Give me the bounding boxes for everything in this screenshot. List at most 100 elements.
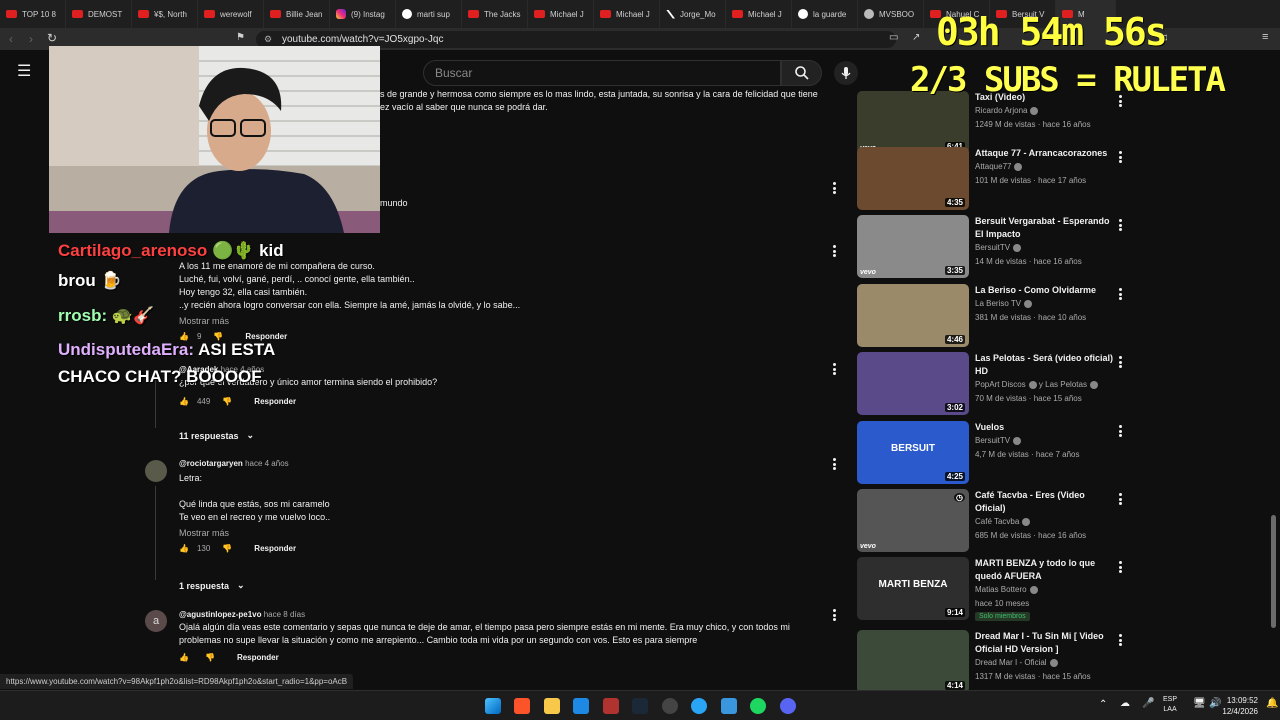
channel-name[interactable]: Attaque77 (975, 162, 1023, 171)
video-title[interactable]: Dread Mar I - Tu Sin Mi [ Video Oficial … (975, 630, 1115, 656)
comment-menu-icon[interactable] (832, 363, 836, 375)
browser-tab[interactable]: la guarde (792, 0, 858, 28)
video-thumbnail[interactable]: vevo 3:35 (857, 215, 969, 278)
start-icon[interactable] (485, 698, 501, 714)
browser-tab[interactable]: TOP 10 8 (0, 0, 66, 28)
channel-name[interactable]: BersuitTV (975, 436, 1022, 445)
reply-button[interactable]: Responder (254, 544, 296, 553)
voice-search-button[interactable] (834, 61, 858, 85)
reply-button[interactable]: Responder (237, 653, 279, 662)
browser-tab[interactable]: MVSBOO (858, 0, 924, 28)
bookmark-icon[interactable]: ⚑ (236, 32, 245, 43)
dislike-icon[interactable]: 👎 (222, 397, 232, 406)
browser-tab[interactable]: The Jacks (462, 0, 528, 28)
video-thumbnail[interactable]: BERSUIT 4:25 (857, 421, 969, 484)
reply-button[interactable]: Responder (254, 397, 296, 406)
video-menu-icon[interactable] (1118, 219, 1122, 231)
browser-tab[interactable]: DEMOST (66, 0, 132, 28)
edge-icon[interactable] (691, 698, 707, 714)
like-icon[interactable]: 👍 (179, 653, 189, 662)
browser-tab[interactable]: Michael J (726, 0, 792, 28)
related-video-item[interactable]: 4:35 Attaque 77 - Arrancacorazones Attaque… (857, 147, 1137, 211)
video-title[interactable]: MARTI BENZA y todo lo que quedó AFUERA (975, 557, 1115, 583)
browser-tab[interactable]: Michael J (594, 0, 660, 28)
reload-icon[interactable]: ↻ (47, 31, 57, 45)
notepad-icon[interactable] (721, 698, 737, 714)
related-video-item[interactable]: MARTI BENZA 9:14 MARTI BENZA y todo lo que… (857, 557, 1137, 621)
search-input[interactable]: Buscar (423, 60, 781, 86)
brave-icon[interactable] (514, 698, 530, 714)
related-video-item[interactable]: vevo6:41Taxi (Video)Ricardo Arjona1249 M… (857, 91, 1137, 155)
related-video-item[interactable]: 4:14 Dread Mar I - Tu Sin Mi [ Video Ofic… (857, 630, 1137, 694)
share-icon[interactable]: ↗ (912, 32, 920, 43)
watch-later-icon[interactable]: ◷ (954, 493, 965, 502)
volume-icon[interactable]: 🔊 (1209, 698, 1221, 709)
video-thumbnail[interactable]: 4:46 (857, 284, 969, 347)
show-more-link[interactable]: Mostrar más (179, 316, 520, 326)
video-menu-icon[interactable] (1118, 425, 1122, 437)
comment-menu-icon[interactable] (832, 458, 836, 470)
file-explorer-icon[interactable] (544, 698, 560, 714)
obs-icon[interactable] (662, 698, 678, 714)
related-video-item[interactable]: BERSUIT 4:25 Vuelos BersuitTV 4,7 M de vista… (857, 421, 1137, 485)
discord-icon[interactable] (780, 698, 796, 714)
video-title[interactable]: Bersuit Vergarabat - Esperando El Impact… (975, 215, 1115, 241)
video-menu-icon[interactable] (1118, 151, 1122, 163)
search-button[interactable] (781, 60, 822, 86)
show-more-link[interactable]: Mostrar más (179, 528, 330, 538)
comment-menu-icon[interactable] (832, 182, 836, 194)
view-replies-button[interactable]: 1 respuesta ⌄ (179, 580, 245, 591)
dislike-icon[interactable]: 👎 (205, 653, 215, 662)
tray-chevron-icon[interactable]: ⌃ (1099, 699, 1107, 710)
browser-tab[interactable]: (9) Instag (330, 0, 396, 28)
related-video-item[interactable]: vevo ◷ Café Tacvba - Eres (Video Oficial) C… (857, 489, 1137, 553)
video-thumbnail[interactable]: 3:02 (857, 352, 969, 415)
video-thumbnail[interactable]: vevo6:41 (857, 91, 969, 154)
notifications-icon[interactable]: 🔔 (1266, 698, 1278, 709)
video-title[interactable]: Café Tacvba - Eres (Video Oficial) (975, 489, 1115, 515)
channel-name[interactable]: Matias Bottero (975, 585, 1038, 594)
video-title[interactable]: Vuelos (975, 421, 1115, 434)
channel-name[interactable]: La Beriso TV (975, 299, 1033, 308)
forward-icon[interactable]: › (29, 32, 33, 46)
dislike-icon[interactable]: 👎 (222, 544, 232, 553)
comment-menu-icon[interactable] (832, 609, 836, 621)
hamburger-menu-icon[interactable]: ☰ (17, 64, 31, 80)
like-icon[interactable]: 👍 (179, 544, 189, 553)
browser-tab[interactable]: marti sup (396, 0, 462, 28)
related-video-item[interactable]: vevo 3:35 Bersuit Vergarabat - Esperando E… (857, 215, 1137, 279)
video-title[interactable]: Attaque 77 - Arrancacorazones (975, 147, 1115, 160)
related-video-item[interactable]: 3:02 Las Pelotas - Será (video oficial) H… (857, 352, 1137, 416)
video-title[interactable]: La Beriso - Como Olvidarme (975, 284, 1115, 297)
video-title[interactable]: Las Pelotas - Será (video oficial) HD (975, 352, 1115, 378)
app-icon[interactable] (603, 698, 619, 714)
spotify-icon[interactable] (750, 698, 766, 714)
monitor-icon[interactable]: 🖥 (1193, 698, 1206, 709)
browser-tab[interactable]: ¥$, North (132, 0, 198, 28)
browser-tab[interactable]: Billie Jean (264, 0, 330, 28)
cloud-icon[interactable]: ☁ (1120, 698, 1130, 709)
microphone-tray-icon[interactable]: 🎤 (1142, 698, 1154, 709)
browser-tab[interactable]: Michael J (528, 0, 594, 28)
channel-name[interactable]: Café Tacvba (975, 517, 1031, 526)
video-thumbnail[interactable]: 4:35 (857, 147, 969, 210)
video-menu-icon[interactable] (1118, 356, 1122, 368)
screen-cast-icon[interactable]: ▭ (889, 32, 898, 43)
avatar[interactable]: a (145, 610, 167, 632)
like-icon[interactable]: 👍 (179, 397, 189, 406)
system-clock[interactable]: 13:09:52 12/4/2026 (1222, 695, 1258, 717)
channel-name[interactable]: Ricardo Arjona (975, 106, 1039, 115)
channel-name[interactable]: Dread Mar I - Oficial (975, 658, 1058, 667)
video-thumbnail[interactable]: 4:14 (857, 630, 969, 693)
video-menu-icon[interactable] (1118, 288, 1122, 300)
bing-icon[interactable] (573, 698, 589, 714)
browser-menu-icon[interactable]: ≡ (1262, 31, 1268, 43)
back-icon[interactable]: ‹ (9, 32, 13, 46)
video-menu-icon[interactable] (1118, 561, 1122, 573)
related-video-item[interactable]: 4:46 La Beriso - Como Olvidarme La Beriso … (857, 284, 1137, 348)
video-menu-icon[interactable] (1118, 634, 1122, 646)
channel-name[interactable]: BersuitTV (975, 243, 1022, 252)
channel-name[interactable]: PopArt Discos y Las Pelotas (975, 380, 1098, 389)
browser-tab[interactable]: Jorge_Mo (660, 0, 726, 28)
browser-tab[interactable]: werewolf (198, 0, 264, 28)
